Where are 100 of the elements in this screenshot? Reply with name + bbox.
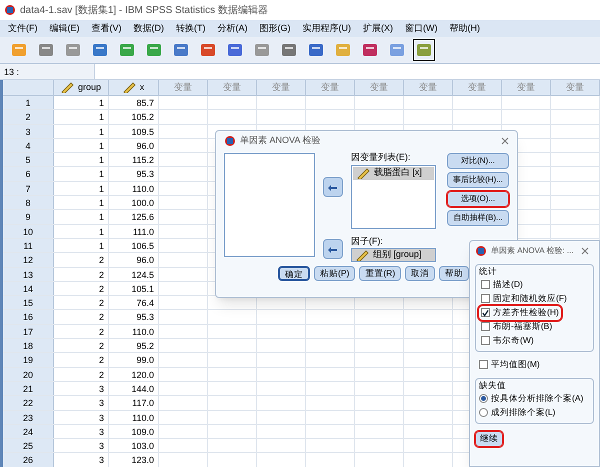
toolbar-button[interactable]	[413, 39, 435, 61]
row-number[interactable]: 24	[3, 424, 54, 438]
close-icon[interactable]	[501, 137, 509, 145]
checkbox[interactable]	[481, 294, 490, 304]
checkbox[interactable]	[481, 322, 490, 332]
row-number[interactable]: 13	[3, 268, 54, 281]
menu-item[interactable]: 转换(T)	[176, 22, 206, 36]
table-cell: 109.5	[109, 124, 159, 138]
table-cell: 99.0	[109, 353, 159, 367]
arrow-icon	[328, 245, 338, 253]
menu-item[interactable]: 文件(F)	[8, 22, 38, 36]
row-number[interactable]: 22	[3, 396, 54, 410]
dependent-list[interactable]: 载脂蛋白 [x]	[350, 164, 436, 228]
dialog-button[interactable]: 粘贴(P)	[314, 266, 356, 281]
table-cell: 95.3	[109, 310, 159, 324]
column-header[interactable]: group	[54, 80, 109, 95]
column-name: x	[140, 80, 144, 94]
column-name: 变量	[272, 80, 290, 94]
table-cell: 3	[54, 396, 109, 410]
table-cell: 1	[54, 110, 109, 124]
column-name: 变量	[370, 80, 388, 94]
checkbox-label: 描述(D)	[493, 278, 523, 292]
table-cell: 105.1	[109, 282, 159, 296]
radio-button[interactable]	[479, 408, 488, 417]
field-label: 因变量列表(E):	[350, 151, 412, 164]
dialog-button[interactable]: 对比(N)...	[447, 153, 509, 169]
row-number[interactable]: 3	[3, 124, 54, 138]
row-number[interactable]: 23	[3, 410, 54, 424]
row-number[interactable]: 12	[3, 253, 54, 267]
dialog-button[interactable]: 取消	[405, 266, 436, 281]
continue-button[interactable]: 继续	[475, 430, 503, 446]
table-cell: 3	[54, 453, 109, 467]
table-cell: 103.0	[109, 439, 159, 452]
table-cell: 123.0	[109, 453, 159, 467]
dialog-button[interactable]: 重置(R)	[359, 266, 402, 281]
row-number[interactable]: 10	[3, 224, 54, 238]
table-cell: 95.3	[109, 167, 159, 181]
app-logo-icon	[224, 135, 236, 147]
table-cell: 76.4	[109, 296, 159, 310]
factor-field[interactable]: 组别 [group]	[350, 248, 436, 262]
row-number[interactable]: 14	[3, 282, 54, 296]
menu-item[interactable]: 编辑(E)	[50, 22, 80, 36]
checkbox[interactable]	[479, 360, 488, 370]
list-item[interactable]: 载脂蛋白 [x]	[352, 166, 434, 180]
window-title: data4-1.sav [数据集1] - IBM SPSS Statistics 数据编辑器	[20, 4, 268, 18]
table-cell: 2	[54, 324, 109, 338]
row-number[interactable]: 25	[3, 439, 54, 452]
menu-item[interactable]: 数据(D)	[134, 22, 164, 36]
close-icon[interactable]	[580, 247, 589, 255]
table-cell: 96.0	[109, 253, 159, 267]
dialog-button[interactable]: 自助抽样(B)...	[447, 210, 509, 226]
dialog-button[interactable]: 帮助	[439, 266, 470, 281]
table-cell: 125.6	[109, 210, 159, 224]
row-number[interactable]: 6	[3, 167, 54, 181]
table-cell: 120.0	[109, 368, 159, 381]
row-number[interactable]: 17	[3, 324, 54, 338]
checkbox[interactable]	[481, 308, 490, 318]
dialog-button[interactable]: 事后比较(H)...	[447, 172, 509, 188]
menu-item[interactable]: 分析(A)	[218, 22, 248, 36]
variable-list[interactable]	[224, 153, 315, 257]
row-number[interactable]: 19	[3, 353, 54, 367]
checkmark-icon	[482, 308, 489, 317]
row-number[interactable]: 9	[3, 210, 54, 224]
row-number[interactable]: 1	[3, 96, 54, 110]
dialog-button[interactable]: 选项(O)...	[447, 191, 509, 207]
table-cell: 1	[54, 138, 109, 152]
row-number[interactable]: 11	[3, 238, 54, 252]
table-cell: 117.0	[109, 396, 159, 410]
checkbox-label: 固定和随机效应(F)	[493, 292, 567, 306]
menu-item[interactable]: 扩展(X)	[363, 22, 393, 36]
menu-item[interactable]: 实用程序(U)	[302, 22, 351, 36]
row-number[interactable]: 2	[3, 110, 54, 124]
row-number[interactable]: 18	[3, 339, 54, 352]
move-arrow-button[interactable]	[322, 177, 343, 197]
move-arrow-button[interactable]	[322, 239, 343, 259]
row-number[interactable]: 4	[3, 138, 54, 152]
checkbox-label: 平均值图(M)	[491, 358, 540, 372]
row-number[interactable]: 20	[3, 368, 54, 381]
menu-item[interactable]: 窗口(W)	[405, 22, 438, 36]
table-cell: 2	[54, 296, 109, 310]
radio-button[interactable]	[479, 394, 488, 403]
arrow-icon	[328, 183, 338, 191]
row-number[interactable]: 5	[3, 153, 54, 166]
checkbox[interactable]	[481, 336, 490, 346]
menu-item[interactable]: 查看(V)	[92, 22, 122, 36]
row-number[interactable]: 16	[3, 310, 54, 324]
table-cell: 124.5	[109, 268, 159, 281]
menu-item[interactable]: 帮助(H)	[450, 22, 480, 36]
table-cell: 115.2	[109, 153, 159, 166]
radio-label: 按具体分析排除个案(A)	[491, 392, 584, 405]
group-label: 缺失值	[479, 378, 507, 392]
row-number[interactable]: 26	[3, 453, 54, 467]
row-number[interactable]: 21	[3, 382, 54, 396]
row-number[interactable]: 15	[3, 296, 54, 310]
row-number[interactable]: 7	[3, 182, 54, 196]
checkbox[interactable]	[481, 280, 490, 290]
menu-item[interactable]: 图形(G)	[260, 22, 290, 36]
column-header[interactable]: x	[109, 80, 159, 95]
dialog-button[interactable]: 确定	[278, 266, 310, 281]
row-number[interactable]: 8	[3, 196, 54, 210]
